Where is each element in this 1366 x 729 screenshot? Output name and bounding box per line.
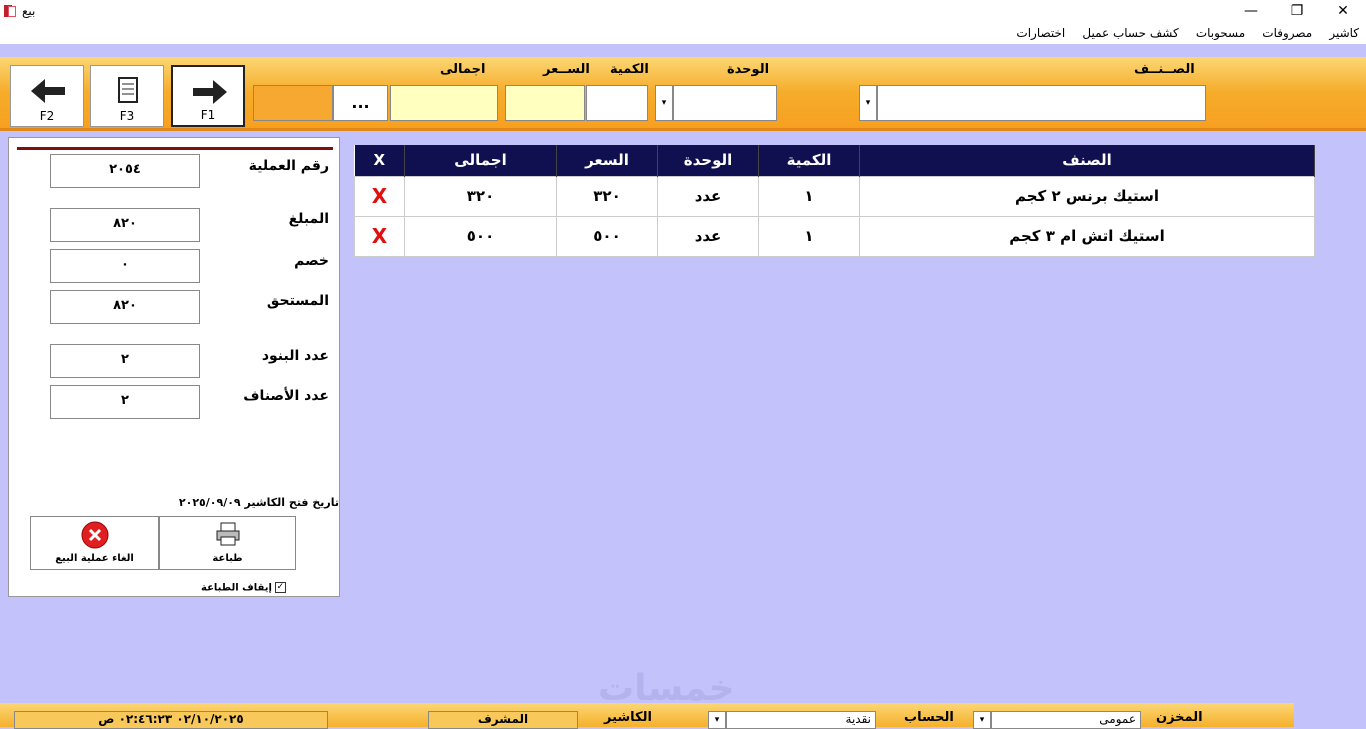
row-unit: عدد <box>657 215 759 257</box>
close-button[interactable]: ✕ <box>1320 0 1366 22</box>
qty-field[interactable] <box>586 85 648 121</box>
minimize-button[interactable]: — <box>1228 0 1274 22</box>
cancel-circle-icon <box>81 521 109 549</box>
discount-field[interactable]: ٠ <box>50 249 200 283</box>
checkbox-check-icon: ✓ <box>274 582 286 593</box>
row-item: استيك اتش ام ٣ كجم <box>859 215 1315 257</box>
item-label: الصــنــف <box>1134 62 1195 77</box>
kinds-count-label: عدد الأصناف <box>243 388 329 404</box>
kinds-count-value: ٢ <box>50 385 200 419</box>
unit-dropdown-button[interactable]: ▾ <box>655 85 673 121</box>
total-field[interactable] <box>390 85 498 121</box>
browse-button[interactable]: ... <box>333 85 388 121</box>
col-unit-header: الوحدة <box>657 145 759 176</box>
account-select[interactable]: نقدية <box>726 711 876 729</box>
col-item-header: الصنف <box>859 145 1315 176</box>
price-label: الســعر <box>543 62 590 77</box>
row-qty: ١ <box>758 215 860 257</box>
entry-toolbar: F2 F3 F1 ... ▾ ▾ اجمالى الســعر الكمية ا… <box>0 57 1366 131</box>
row-unit: عدد <box>657 175 759 217</box>
store-dropdown-button[interactable]: ▾ <box>973 711 991 729</box>
due-value: ٨٢٠ <box>50 290 200 324</box>
f3-list-button[interactable]: F3 <box>90 65 164 127</box>
arrow-left-icon <box>31 79 65 103</box>
unit-field[interactable] <box>673 85 777 121</box>
notepad-icon <box>118 77 138 103</box>
col-qty-header: الكمية <box>758 145 860 176</box>
cashier-open-date: تاريخ فتح الكاشير ٢٠٢٥/٠٩/٠٩ <box>99 496 339 509</box>
row-total: ٣٢٠ <box>404 175 557 217</box>
lines-count-label: عدد البنود <box>261 348 329 364</box>
row-item: استيك برنس ٢ كجم <box>859 175 1315 217</box>
item-dropdown-button[interactable]: ▾ <box>859 85 877 121</box>
price-field[interactable] <box>505 85 585 121</box>
col-price-header: السعر <box>556 145 658 176</box>
col-total-header: اجمالى <box>404 145 557 176</box>
total-label: اجمالى <box>440 62 486 77</box>
cancel-sale-button[interactable]: الغاء عملية البيع <box>30 516 159 570</box>
delete-row-button[interactable]: X <box>354 215 405 257</box>
stop-print-checkbox[interactable]: ✓إيقاف الطباعة <box>201 582 286 594</box>
discount-label: خصم <box>294 253 329 269</box>
status-bar: ٠٢/١٠/٢٠٢٥ ٠٢:٤٦:٢٣ ص المشرف الكاشير ▾ ن… <box>0 703 1294 729</box>
store-label: المخزن <box>1156 710 1203 725</box>
arrow-right-icon <box>193 80 227 104</box>
items-grid: X اجمالى السعر الوحدة الكمية الصنف X ٣٢٠… <box>354 145 1315 257</box>
due-label: المستحق <box>266 293 329 309</box>
customer-field[interactable] <box>253 85 333 121</box>
amount-label: المبلغ <box>288 211 329 227</box>
window-title: بيع <box>22 4 36 18</box>
row-total: ٥٠٠ <box>404 215 557 257</box>
menu-cashier[interactable]: كاشير <box>1324 22 1364 44</box>
amount-value: ٨٢٠ <box>50 208 200 242</box>
table-row[interactable]: X ٣٢٠ ٣٢٠ عدد ١ استيك برنس ٢ كجم <box>354 175 1315 217</box>
menu-expenses[interactable]: مصروفات <box>1257 22 1317 44</box>
open-date-label: تاريخ فتح الكاشير <box>244 496 339 509</box>
op-number-value: ٢٠٥٤ <box>50 154 200 188</box>
summary-panel: رقم العملية ٢٠٥٤ المبلغ ٨٢٠ خصم ٠ المستح… <box>8 137 340 597</box>
qty-label: الكمية <box>610 62 649 77</box>
supervisor-display: المشرف <box>428 711 578 729</box>
table-row[interactable]: X ٥٠٠ ٥٠٠ عدد ١ استيك اتش ام ٣ كجم <box>354 215 1315 257</box>
open-date-value: ٢٠٢٥/٠٩/٠٩ <box>178 496 241 509</box>
delete-row-button[interactable]: X <box>354 175 405 217</box>
datetime-display: ٠٢/١٠/٢٠٢٥ ٠٢:٤٦:٢٣ ص <box>14 711 328 729</box>
lines-count-value: ٢ <box>50 344 200 378</box>
menu-withdrawals[interactable]: مسحوبات <box>1191 22 1250 44</box>
row-price: ٥٠٠ <box>556 215 658 257</box>
unit-label: الوحدة <box>727 62 770 77</box>
account-label: الحساب <box>904 710 954 725</box>
cashier-label: الكاشير <box>604 710 652 725</box>
menu-customer-statement[interactable]: كشف حساب عميل <box>1077 22 1183 44</box>
title-bar: بيع — ❐ ✕ <box>0 0 1366 22</box>
f2-back-button[interactable]: F2 <box>10 65 84 127</box>
f1-forward-button[interactable]: F1 <box>171 65 245 127</box>
row-price: ٣٢٠ <box>556 175 658 217</box>
menu-shortcuts[interactable]: اختصارات <box>1011 22 1070 44</box>
op-number-label: رقم العملية <box>248 158 329 174</box>
col-delete-header: X <box>354 145 405 176</box>
store-select[interactable]: عمومى <box>991 711 1141 729</box>
app-book-icon <box>2 3 18 19</box>
account-dropdown-button[interactable]: ▾ <box>708 711 726 729</box>
row-qty: ١ <box>758 175 860 217</box>
grid-header-row: X اجمالى السعر الوحدة الكمية الصنف <box>354 145 1315 176</box>
stop-print-label: إيقاف الطباعة <box>201 582 272 594</box>
printer-icon <box>216 522 240 546</box>
item-field[interactable] <box>877 85 1206 121</box>
menu-bar: كاشير مصروفات مسحوبات كشف حساب عميل اختص… <box>0 22 1366 44</box>
divider <box>17 147 333 150</box>
maximize-button[interactable]: ❐ <box>1274 0 1320 22</box>
print-button[interactable]: طباعة <box>159 516 296 570</box>
